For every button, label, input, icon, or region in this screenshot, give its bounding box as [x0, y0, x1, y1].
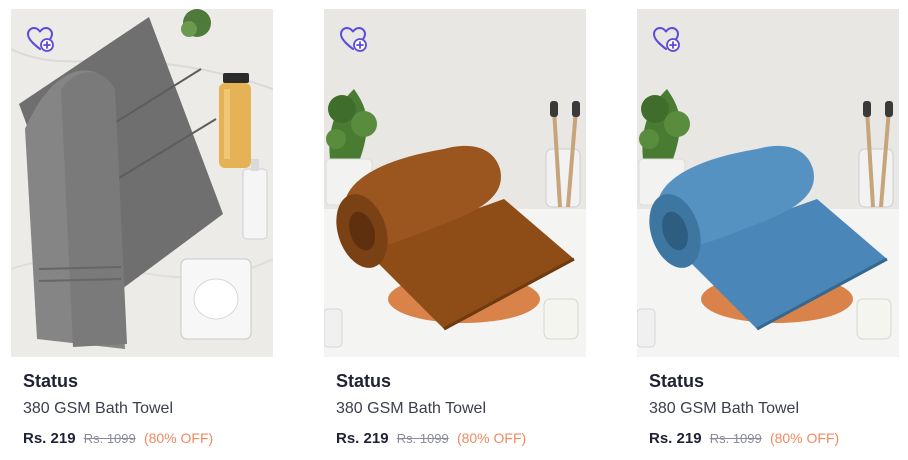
- product-name[interactable]: 380 GSM Bath Towel: [336, 400, 486, 418]
- original-price: Rs. 1099: [709, 431, 762, 446]
- product-brand[interactable]: Status: [336, 371, 391, 392]
- product-image[interactable]: [324, 9, 586, 357]
- discount-label: (80% OFF): [769, 430, 840, 446]
- wishlist-button[interactable]: [651, 24, 681, 54]
- product-card[interactable]: Status 380 GSM Bath Towel Rs. 219 Rs. 10…: [11, 9, 273, 454]
- product-price-row: Rs. 219 Rs. 1099 (80% OFF): [23, 430, 213, 447]
- product-grid: Status 380 GSM Bath Towel Rs. 219 Rs. 10…: [0, 0, 908, 460]
- heart-plus-icon: [27, 27, 54, 52]
- product-brand[interactable]: Status: [23, 371, 78, 392]
- discount-label: (80% OFF): [143, 430, 214, 446]
- wishlist-button[interactable]: [338, 24, 368, 54]
- selling-price: Rs. 219: [23, 430, 76, 447]
- heart-plus-icon: [340, 27, 367, 52]
- product-name[interactable]: 380 GSM Bath Towel: [649, 400, 799, 418]
- product-card[interactable]: Status 380 GSM Bath Towel Rs. 219 Rs. 10…: [637, 9, 899, 454]
- product-name[interactable]: 380 GSM Bath Towel: [23, 400, 173, 418]
- original-price: Rs. 1099: [396, 431, 449, 446]
- heart-plus-icon: [653, 27, 680, 52]
- wishlist-button[interactable]: [25, 24, 55, 54]
- product-brand[interactable]: Status: [649, 371, 704, 392]
- original-price: Rs. 1099: [83, 431, 136, 446]
- product-price-row: Rs. 219 Rs. 1099 (80% OFF): [649, 430, 839, 447]
- product-price-row: Rs. 219 Rs. 1099 (80% OFF): [336, 430, 526, 447]
- discount-label: (80% OFF): [456, 430, 527, 446]
- selling-price: Rs. 219: [649, 430, 702, 447]
- product-image[interactable]: [637, 9, 899, 357]
- product-card[interactable]: Status 380 GSM Bath Towel Rs. 219 Rs. 10…: [324, 9, 586, 454]
- selling-price: Rs. 219: [336, 430, 389, 447]
- product-image[interactable]: [11, 9, 273, 357]
